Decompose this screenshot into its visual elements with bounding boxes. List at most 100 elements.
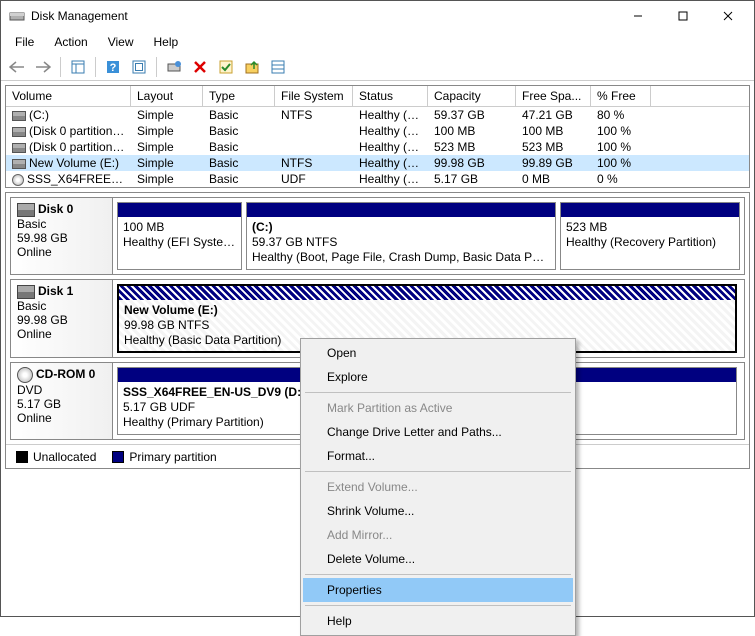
context-menu-item[interactable]: Change Drive Letter and Paths... <box>303 420 573 444</box>
col-free[interactable]: Free Spa... <box>516 86 591 106</box>
back-button[interactable] <box>5 55 29 79</box>
menu-separator <box>305 605 571 606</box>
partition[interactable]: 523 MBHealthy (Recovery Partition) <box>560 202 740 270</box>
disk-state: Online <box>17 327 106 341</box>
check-icon[interactable] <box>214 55 238 79</box>
col-status[interactable]: Status <box>353 86 428 106</box>
disk-name: Disk 1 <box>38 284 73 298</box>
part-status: Healthy (Basic Data Partition) <box>124 333 281 347</box>
context-menu: OpenExploreMark Partition as ActiveChang… <box>300 338 576 636</box>
menu-view[interactable]: View <box>98 33 144 51</box>
disk-info[interactable]: Disk 1Basic99.98 GBOnline <box>11 280 113 357</box>
col-type[interactable]: Type <box>203 86 275 106</box>
vol-free: 523 MB <box>516 139 591 155</box>
folder-up-icon[interactable] <box>240 55 264 79</box>
vol-layout: Simple <box>131 155 203 171</box>
minimize-button[interactable] <box>615 1 660 31</box>
help-button[interactable]: ? <box>101 55 125 79</box>
properties-icon[interactable] <box>266 55 290 79</box>
part-size: 523 MB <box>566 220 607 234</box>
vol-fs: UDF <box>275 171 353 187</box>
vol-type: Basic <box>203 123 275 139</box>
settings-icon[interactable] <box>162 55 186 79</box>
vol-fs: NTFS <box>275 155 353 171</box>
disk-info[interactable]: Disk 0Basic59.98 GBOnline <box>11 198 113 274</box>
toolbar: ? <box>1 53 754 81</box>
context-menu-item[interactable]: Delete Volume... <box>303 547 573 571</box>
menu-separator <box>305 392 571 393</box>
part-title: (C:) <box>252 220 273 234</box>
vol-free: 47.21 GB <box>516 107 591 123</box>
context-menu-item: Extend Volume... <box>303 475 573 499</box>
close-button[interactable] <box>705 1 750 31</box>
vol-pct: 0 % <box>591 171 651 187</box>
partition-stripe <box>247 203 555 217</box>
vol-type: Basic <box>203 139 275 155</box>
show-hide-button[interactable] <box>66 55 90 79</box>
context-menu-item[interactable]: Explore <box>303 365 573 389</box>
part-status: Healthy (Primary Partition) <box>123 415 264 429</box>
vol-free: 0 MB <box>516 171 591 187</box>
drive-icon <box>12 111 26 121</box>
volume-row[interactable]: SSS_X64FREE_EN-...SimpleBasicUDFHealthy … <box>6 171 749 187</box>
context-menu-item[interactable]: Shrink Volume... <box>303 499 573 523</box>
vol-layout: Simple <box>131 171 203 187</box>
partition-stripe <box>561 203 739 217</box>
col-pctfree[interactable]: % Free <box>591 86 651 106</box>
disk-info[interactable]: CD-ROM 0DVD5.17 GBOnline <box>11 363 113 439</box>
context-menu-item[interactable]: Open <box>303 341 573 365</box>
menu-help[interactable]: Help <box>144 33 189 51</box>
part-status: Healthy (EFI System P <box>123 235 241 249</box>
col-layout[interactable]: Layout <box>131 86 203 106</box>
volume-row[interactable]: (C:)SimpleBasicNTFSHealthy (B...59.37 GB… <box>6 107 749 123</box>
disk-size: 99.98 GB <box>17 313 106 327</box>
volume-list[interactable]: Volume Layout Type File System Status Ca… <box>5 85 750 188</box>
context-menu-item[interactable]: Help <box>303 609 573 633</box>
vol-fs <box>275 123 353 139</box>
part-title: New Volume (E:) <box>124 303 218 317</box>
refresh-button[interactable] <box>127 55 151 79</box>
disk-type: Basic <box>17 217 106 231</box>
col-fs[interactable]: File System <box>275 86 353 106</box>
vol-pct: 100 % <box>591 139 651 155</box>
partition[interactable]: 100 MBHealthy (EFI System P <box>117 202 242 270</box>
forward-button[interactable] <box>31 55 55 79</box>
disk-type: DVD <box>17 383 106 397</box>
part-size: 100 MB <box>123 220 164 234</box>
vol-cap: 5.17 GB <box>428 171 516 187</box>
context-menu-item[interactable]: Properties <box>303 578 573 602</box>
volume-row[interactable]: New Volume (E:)SimpleBasicNTFSHealthy (B… <box>6 155 749 171</box>
col-volume[interactable]: Volume <box>6 86 131 106</box>
menu-file[interactable]: File <box>5 33 44 51</box>
context-menu-item[interactable]: Format... <box>303 444 573 468</box>
volume-row[interactable]: (Disk 0 partition 4)SimpleBasicHealthy (… <box>6 139 749 155</box>
drive-icon <box>17 285 35 299</box>
disc-icon <box>17 367 33 383</box>
vol-name: (Disk 0 partition 4) <box>29 140 126 154</box>
col-capacity[interactable]: Capacity <box>428 86 516 106</box>
legend-primary: Primary partition <box>129 450 216 464</box>
disk-state: Online <box>17 245 106 259</box>
disk-size: 59.98 GB <box>17 231 106 245</box>
disk-name: CD-ROM 0 <box>36 367 95 381</box>
partition[interactable]: (C:)59.37 GB NTFSHealthy (Boot, Page Fil… <box>246 202 556 270</box>
partition-stripe <box>118 203 241 217</box>
vol-status: Healthy (B... <box>353 107 428 123</box>
volume-row[interactable]: (Disk 0 partition 1)SimpleBasicHealthy (… <box>6 123 749 139</box>
partition-stripe <box>119 286 735 300</box>
vol-layout: Simple <box>131 107 203 123</box>
context-menu-item: Add Mirror... <box>303 523 573 547</box>
part-status: Healthy (Recovery Partition) <box>566 235 716 249</box>
maximize-button[interactable] <box>660 1 705 31</box>
vol-status: Healthy (E... <box>353 123 428 139</box>
part-size: 5.17 GB UDF <box>123 400 195 414</box>
vol-layout: Simple <box>131 139 203 155</box>
disc-icon <box>12 174 24 186</box>
vol-cap: 99.98 GB <box>428 155 516 171</box>
vol-fs: NTFS <box>275 107 353 123</box>
legend-unallocated: Unallocated <box>33 450 96 464</box>
vol-name: (Disk 0 partition 1) <box>29 124 126 138</box>
menu-separator <box>305 574 571 575</box>
delete-icon[interactable] <box>188 55 212 79</box>
menu-action[interactable]: Action <box>44 33 97 51</box>
